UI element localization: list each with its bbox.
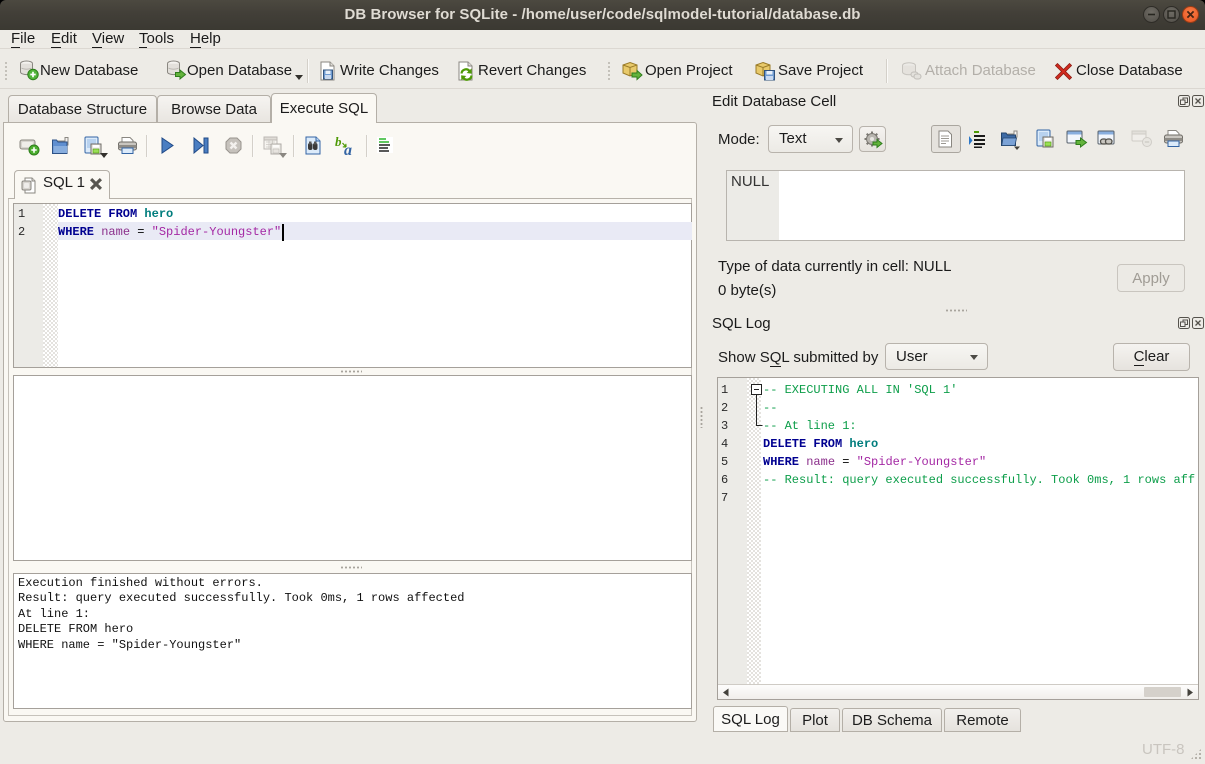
svg-text:b: b — [335, 135, 342, 149]
svg-text:a: a — [344, 142, 352, 156]
